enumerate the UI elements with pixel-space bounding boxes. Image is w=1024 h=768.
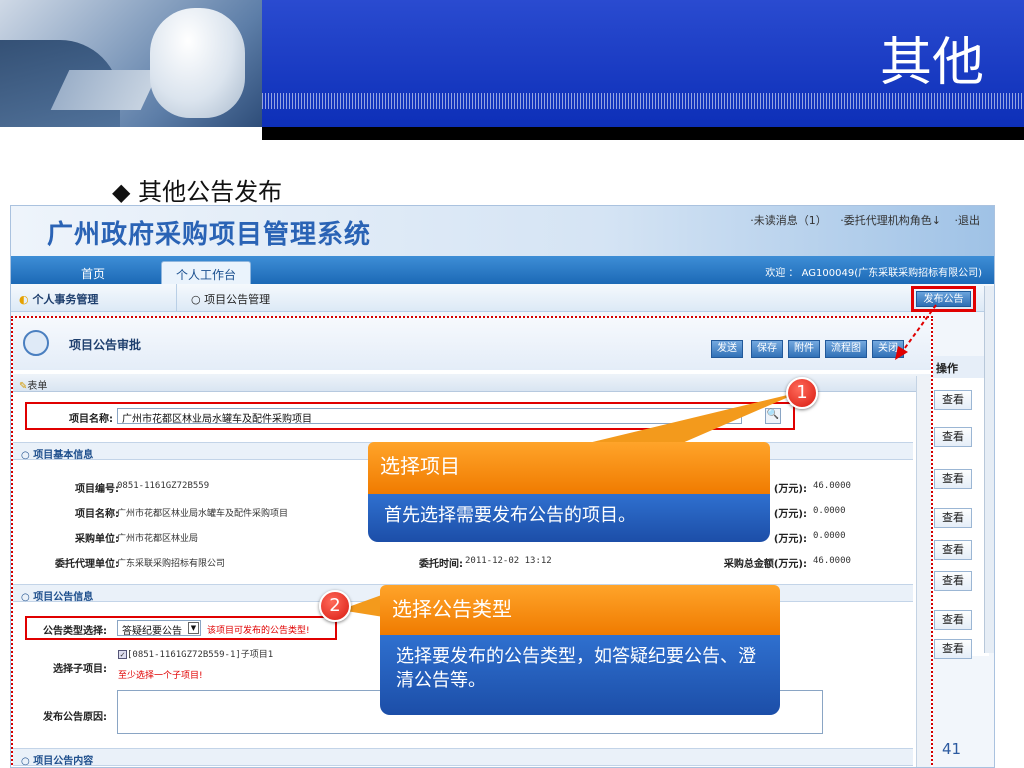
callout-2-title: 选择公告类型 xyxy=(380,585,780,635)
welcome-text: 欢迎 ： AG100049(广东采联采购招标有限公司) xyxy=(765,268,982,279)
page-number: 41 xyxy=(942,740,962,758)
notice-type-label: 公告类型选择: xyxy=(43,626,107,637)
notice-type-hint: 该项目可发布的公告类型! xyxy=(207,626,310,636)
publish-notice-button[interactable]: 发布公告 xyxy=(916,291,971,307)
search-icon[interactable]: 🔍 xyxy=(765,408,781,424)
header-dots xyxy=(262,93,1024,109)
sidebar-title: ◐ 个人事务管理 xyxy=(19,293,99,306)
amount-value: 0.0000 xyxy=(813,506,846,516)
save-button[interactable]: 保存 xyxy=(751,340,783,358)
dialog-title: 项目公告审批 xyxy=(69,338,142,352)
circle-icon: ○ xyxy=(191,293,205,306)
publish-notice-highlight: 发布公告 xyxy=(911,286,976,312)
view-button[interactable]: 查看 xyxy=(934,571,972,591)
agent-unit-value: 广东采联采购招标有限公司 xyxy=(117,559,226,569)
purchasing-unit-value: 广州市花都区林业局 xyxy=(117,534,199,544)
project-code-value: 0851-1161GZ72B559 xyxy=(117,481,210,491)
bullet-point: ◆ 其他公告发布 xyxy=(112,172,282,207)
header-black-bar xyxy=(262,127,1024,140)
total-amount-value: 46.0000 xyxy=(813,556,851,566)
project-name-label-2: 项目名称: xyxy=(75,509,119,520)
checkbox-icon[interactable]: ✓ xyxy=(118,650,127,659)
slide-title: 其他 xyxy=(879,33,984,93)
sub-project-label: 选择子项目: xyxy=(53,664,107,675)
bullet-text: 其他公告发布 xyxy=(138,178,283,206)
section-notice-content: ○ 项目公告内容 xyxy=(13,748,913,767)
breadcrumb: ○ 项目公告管理 xyxy=(191,293,271,306)
purchasing-unit-label: 采购单位: xyxy=(75,534,119,545)
callout-1-title: 选择项目 xyxy=(368,442,770,494)
list-scrollbar[interactable] xyxy=(984,286,994,653)
view-button[interactable]: 查看 xyxy=(934,427,972,447)
project-name-value: 广州市花都区林业局水罐车及配件采购项目 xyxy=(117,509,289,519)
amount-value: 0.0000 xyxy=(813,531,846,541)
callout-2-body: 选择要发布的公告类型，如答疑纪要公告、澄清公告等。 xyxy=(380,635,780,715)
chevron-down-icon[interactable]: ▼ xyxy=(188,622,199,634)
callout-1-body: 首先选择需要发布公告的项目。 xyxy=(368,494,770,542)
notice-type-select[interactable]: 答疑纪要公告 ▼ xyxy=(117,620,201,637)
unread-messages-link[interactable]: ·未读消息（1） xyxy=(750,214,827,227)
reason-label: 发布公告原因: xyxy=(43,712,107,723)
tab-personal-workspace[interactable]: 个人工作台 xyxy=(161,261,252,284)
project-name-label: 项目名称: xyxy=(69,414,113,425)
entrust-time-value: 2011-12-02 13:12 xyxy=(465,556,552,566)
divider xyxy=(176,284,177,312)
tab-home[interactable]: 首页 xyxy=(67,261,119,284)
attachment-button[interactable]: 附件 xyxy=(788,340,820,358)
dialog-scrollbar[interactable] xyxy=(916,376,931,767)
app-title: 广州政府采购项目管理系统 xyxy=(47,220,372,250)
view-button[interactable]: 查看 xyxy=(934,639,972,659)
send-button[interactable]: 发送 xyxy=(711,340,743,358)
sub-project-option[interactable]: ✓ [0851-1161GZ72B559-1]子项目1 xyxy=(118,647,273,660)
view-button[interactable]: 查看 xyxy=(934,508,972,528)
close-button[interactable]: 关闭 xyxy=(872,340,904,358)
amount-value: 46.0000 xyxy=(813,481,851,491)
callout-1-number: 1 xyxy=(786,377,818,409)
flowchart-button[interactable]: 流程图 xyxy=(825,340,867,358)
notice-list: 操作 查看 查看 查看 查看 查看 查看 查看 查看 xyxy=(929,356,989,659)
top-links: ·未读消息（1） ·委托代理机构角色↓ ·退出 xyxy=(740,212,980,228)
view-button[interactable]: 查看 xyxy=(934,469,972,489)
view-button[interactable]: 查看 xyxy=(934,390,972,410)
total-amount-label: 采购总金额(万元): xyxy=(723,559,807,570)
list-header: 操作 xyxy=(930,356,989,378)
form-label: ✎表单 xyxy=(19,381,48,392)
project-code-label: 项目编号: xyxy=(75,484,119,495)
callout-2-number: 2 xyxy=(319,590,351,622)
breadcrumb-bar xyxy=(11,284,994,312)
folder-icon: ◐ xyxy=(19,293,33,306)
sub-project-hint: 至少选择一个子项目! xyxy=(118,671,203,681)
view-button[interactable]: 查看 xyxy=(934,610,972,630)
logout-link[interactable]: ·退出 xyxy=(955,214,981,227)
role-link[interactable]: ·委托代理机构角色↓ xyxy=(840,214,941,227)
document-icon xyxy=(23,330,49,356)
project-name-input[interactable]: 广州市花都区林业局水罐车及配件采购项目 xyxy=(117,408,742,425)
agent-unit-label: 委托代理单位: xyxy=(55,559,119,570)
header-photo xyxy=(0,0,262,127)
diamond-icon: ◆ xyxy=(112,178,139,206)
mouse-image xyxy=(150,8,245,118)
view-button[interactable]: 查看 xyxy=(934,540,972,560)
entrust-time-label: 委托时间: xyxy=(419,559,463,570)
